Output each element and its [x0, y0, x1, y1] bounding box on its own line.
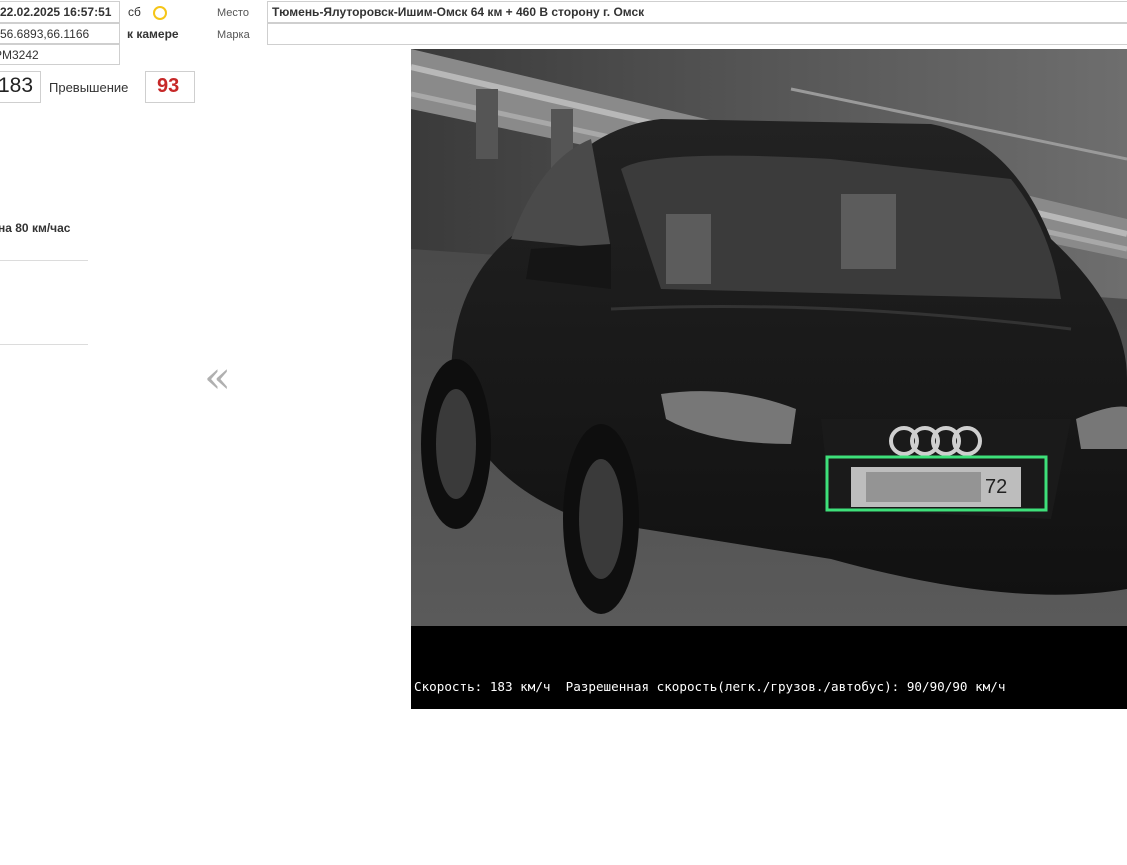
datetime-value: 22.02.2025 16:57:51	[0, 5, 112, 19]
place-label: Место	[217, 7, 249, 19]
complex-id-value: PM3242	[0, 48, 39, 62]
to-camera-label: к камере	[127, 27, 179, 41]
place-value: Тюмень-Ялуторовск-Ишим-Омск 64 км + 460 …	[272, 5, 645, 19]
sun-icon	[153, 6, 167, 20]
limit-text: на 80 км/час	[0, 221, 71, 235]
caption-place-line: Тюмень-Ялуторовск-Ишим-Омск 64 км + 460 …	[414, 832, 847, 847]
weekday-label: сб	[128, 5, 141, 19]
previous-photo-button[interactable]: «	[204, 352, 231, 403]
car-photo-drawing: 72	[411, 49, 1127, 626]
plate-region: 72	[985, 476, 1007, 498]
brand-label: Марка	[217, 29, 250, 41]
excess-value: 93	[157, 75, 180, 97]
caption-datetime-line: Дата/Время: 2025-02-22 16:57:51 Комплекс…	[414, 730, 907, 745]
divider-2	[0, 344, 88, 345]
caption-mode-line: Режим: передвижной Направление: встречно…	[414, 781, 968, 796]
excess-label: Превышение	[49, 80, 129, 95]
photo-caption: Скорость: 183 км/ч Разрешенная скорость(…	[411, 626, 1127, 847]
violation-photo[interactable]: 72	[411, 49, 1127, 626]
divider-1	[0, 260, 88, 261]
brand-field	[267, 23, 1127, 45]
caption-speed-line: Скорость: 183 км/ч Разрешенная скорость(…	[414, 679, 1006, 694]
coords-value: 56.6893,66.1166	[0, 27, 90, 41]
speed-value: 183	[0, 74, 34, 97]
